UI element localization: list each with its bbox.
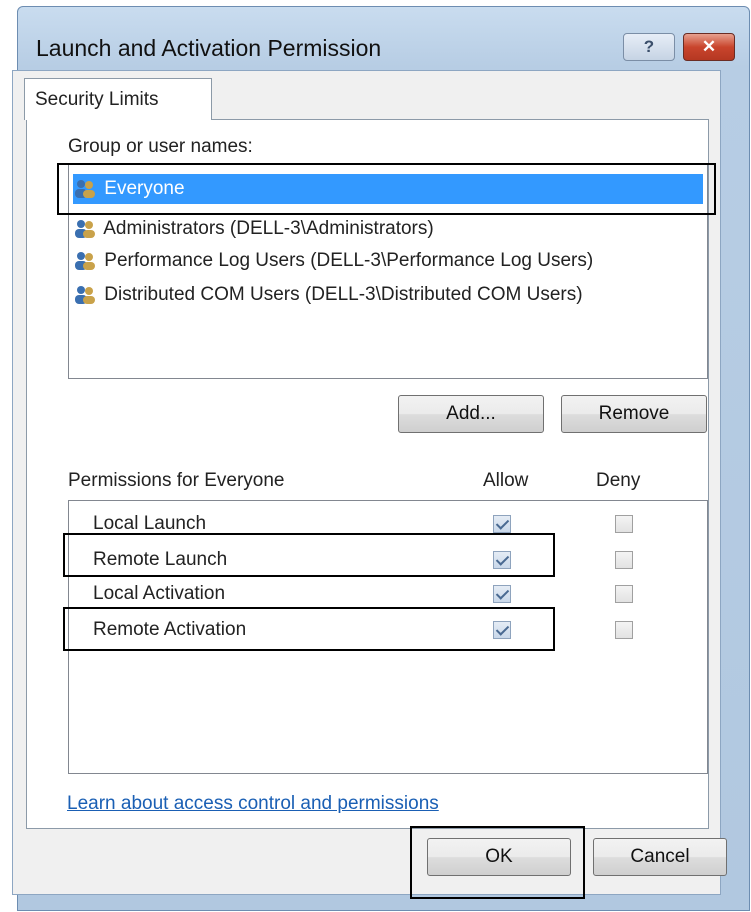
allow-column-header: Allow xyxy=(483,470,529,491)
permission-name: Remote Launch xyxy=(93,549,228,570)
deny-checkbox[interactable] xyxy=(615,515,633,533)
list-item-distributed-com-users[interactable]: Distributed COM Users (DELL-3\Distribute… xyxy=(73,280,703,310)
tab-security-limits[interactable]: Security Limits xyxy=(24,78,212,120)
allow-checkbox[interactable] xyxy=(493,515,511,533)
allow-checkbox[interactable] xyxy=(493,621,511,639)
ok-button[interactable]: OK xyxy=(427,838,571,876)
window-title: Launch and Activation Permission xyxy=(36,35,382,61)
users-icon xyxy=(75,179,95,198)
permission-name: Remote Activation xyxy=(93,619,247,640)
permissions-list[interactable]: Local Launch Remote Launch Local Activat… xyxy=(68,500,708,774)
list-item-everyone[interactable]: Everyone xyxy=(73,174,703,204)
list-item-administrators[interactable]: Administrators (DELL-3\Administrators) xyxy=(73,214,703,244)
permission-row-remote-launch[interactable]: Remote Launch xyxy=(69,543,707,577)
permissions-label: Permissions for Everyone xyxy=(68,470,285,491)
add-button[interactable]: Add... xyxy=(398,395,544,433)
list-item-label: Distributed COM Users (DELL-3\Distribute… xyxy=(104,284,583,305)
list-item-label: Administrators (DELL-3\Administrators) xyxy=(103,218,434,239)
permission-name: Local Activation xyxy=(93,583,226,604)
deny-checkbox[interactable] xyxy=(615,551,633,569)
permission-row-remote-activation[interactable]: Remote Activation xyxy=(69,613,707,647)
remove-button[interactable]: Remove xyxy=(561,395,707,433)
permission-row-local-activation[interactable]: Local Activation xyxy=(69,577,707,611)
list-item-label: Performance Log Users (DELL-3\Performanc… xyxy=(104,250,594,271)
group-user-list[interactable]: Everyone Administrators (DELL-3\Administ… xyxy=(68,163,708,379)
learn-more-link[interactable]: Learn about access control and permissio… xyxy=(67,793,439,815)
group-list-label: Group or user names: xyxy=(68,136,253,157)
deny-checkbox[interactable] xyxy=(615,621,633,639)
permission-name: Local Launch xyxy=(93,513,207,534)
allow-checkbox[interactable] xyxy=(493,551,511,569)
allow-checkbox[interactable] xyxy=(493,585,511,603)
permission-row-local-launch[interactable]: Local Launch xyxy=(69,507,707,541)
close-button[interactable]: ✕ xyxy=(683,33,735,61)
users-icon xyxy=(75,251,95,270)
list-item-label: Everyone xyxy=(104,178,185,199)
list-item-performance-log-users[interactable]: Performance Log Users (DELL-3\Performanc… xyxy=(73,246,703,276)
users-icon xyxy=(75,219,95,238)
help-icon: ? xyxy=(643,37,655,56)
title-bar[interactable]: Launch and Activation Permission ? ✕ xyxy=(18,7,749,77)
close-icon: ✕ xyxy=(701,37,717,56)
users-icon xyxy=(75,285,95,304)
deny-column-header: Deny xyxy=(596,470,641,491)
cancel-button[interactable]: Cancel xyxy=(593,838,727,876)
help-button[interactable]: ? xyxy=(623,33,675,61)
deny-checkbox[interactable] xyxy=(615,585,633,603)
